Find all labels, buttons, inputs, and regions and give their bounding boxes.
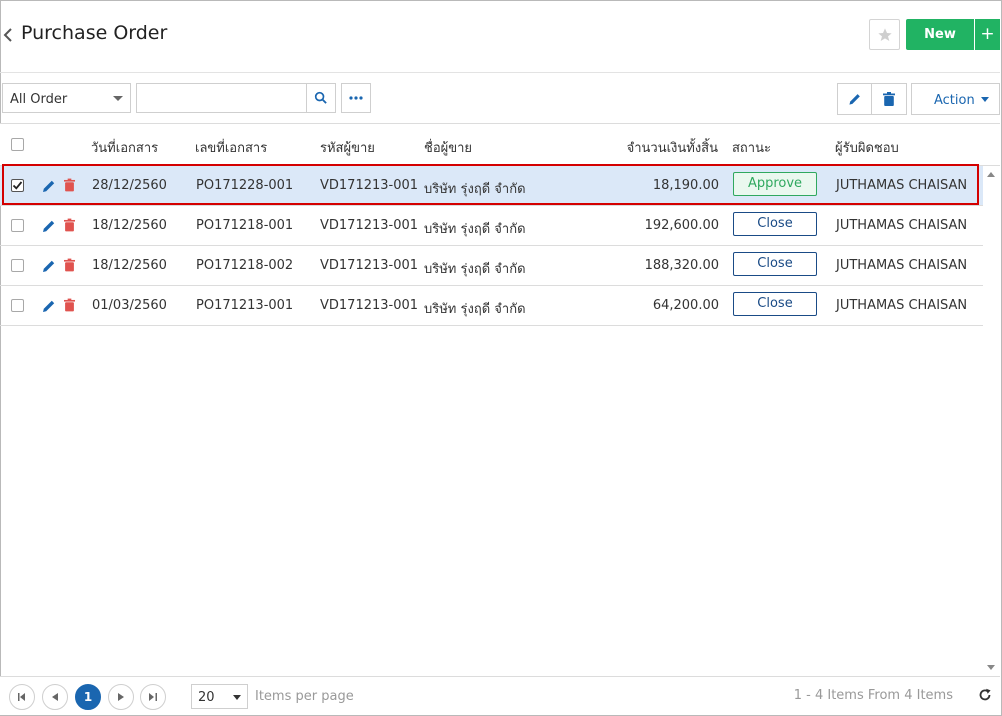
pager-info: 1 - 4 Items From 4 Items: [793, 688, 953, 703]
first-page-icon: [18, 693, 25, 701]
trash-icon: [883, 92, 895, 106]
status-badge[interactable]: Close: [733, 292, 817, 316]
column-header-date[interactable]: วันที่เอกสาร: [91, 137, 158, 158]
toolbar-edit-button[interactable]: [837, 83, 872, 115]
trash-icon[interactable]: [64, 178, 75, 192]
trash-icon[interactable]: [64, 218, 75, 232]
column-header-status[interactable]: สถานะ: [732, 137, 771, 158]
pager: 1 20 Items per page 1 - 4 Items From 4 I…: [0, 676, 1000, 715]
next-page-icon: [118, 693, 124, 701]
pencil-icon[interactable]: [42, 219, 56, 233]
first-page-button[interactable]: [9, 684, 35, 710]
pencil-icon[interactable]: [42, 259, 56, 273]
cell-vendor-code: VD171213-001: [320, 298, 419, 313]
star-icon: [878, 28, 892, 41]
cell-doc-no: PO171213-001: [196, 298, 294, 313]
trash-icon[interactable]: [64, 258, 75, 272]
table-row[interactable]: 28/12/2560 PO171228-001 VD171213-001 บริ…: [0, 166, 983, 206]
column-header-vendor-name[interactable]: ชื่อผู้ขาย: [424, 137, 472, 158]
column-header-vendor-code[interactable]: รหัสผู้ขาย: [320, 137, 375, 158]
cell-vendor-name: บริษัท รุ่งฤดี จำกัด: [424, 302, 526, 317]
cell-vendor-code: VD171213-001: [320, 178, 419, 193]
page-title: Purchase Order: [21, 22, 168, 44]
items-per-page-label: Items per page: [255, 689, 354, 704]
checkmark-icon: [12, 181, 23, 190]
page-size-select[interactable]: 20: [191, 684, 248, 709]
pencil-icon[interactable]: [42, 299, 56, 313]
cell-owner: JUTHAMAS CHAISAN: [836, 178, 968, 193]
cell-amount: 188,320.00: [644, 258, 719, 273]
caret-down-icon: [981, 97, 989, 102]
toolbar-delete-button[interactable]: [871, 83, 907, 115]
cell-doc-no: PO171218-002: [196, 258, 294, 273]
cell-date: 18/12/2560: [92, 258, 167, 273]
scroll-down-icon[interactable]: [987, 665, 995, 670]
scroll-up-icon[interactable]: [987, 172, 995, 177]
cell-vendor-name: บริษัท รุ่งฤดี จำกัด: [424, 262, 526, 277]
more-options-button[interactable]: [341, 83, 371, 113]
cell-doc-no: PO171218-001: [196, 218, 294, 233]
new-button[interactable]: New: [906, 19, 974, 50]
cell-vendor-name: บริษัท รุ่งฤดี จำกัด: [424, 222, 526, 237]
caret-down-icon: [113, 96, 123, 101]
new-dropdown-plus-button[interactable]: +: [975, 19, 1000, 50]
cell-owner: JUTHAMAS CHAISAN: [836, 298, 968, 313]
back-chevron-icon[interactable]: [2, 26, 16, 44]
column-header-amount[interactable]: จำนวนเงินทั้งสิ้น: [627, 137, 718, 158]
prev-page-button[interactable]: [42, 684, 68, 710]
pencil-icon[interactable]: [42, 179, 56, 193]
row-checkbox[interactable]: [11, 179, 24, 192]
grid-header: วันที่เอกสาร เลขที่เอกสาร รหัสผู้ขาย ชื่…: [0, 124, 1000, 166]
cell-amount: 192,600.00: [644, 218, 719, 233]
toolbar: All Order Action: [0, 73, 1000, 124]
select-all-checkbox[interactable]: [11, 138, 24, 151]
last-page-button[interactable]: [140, 684, 166, 710]
action-label: Action: [934, 93, 975, 108]
row-checkbox[interactable]: [11, 219, 24, 232]
status-badge[interactable]: Approve: [733, 172, 817, 196]
table-row[interactable]: 01/03/2560 PO171213-001 VD171213-001 บริ…: [0, 286, 983, 326]
cell-owner: JUTHAMAS CHAISAN: [836, 218, 968, 233]
cell-vendor-name: บริษัท รุ่งฤดี จำกัด: [424, 182, 526, 197]
row-checkbox[interactable]: [11, 299, 24, 312]
cell-doc-no: PO171228-001: [196, 178, 294, 193]
pencil-icon: [848, 94, 860, 105]
cell-amount: 64,200.00: [652, 298, 719, 313]
favorite-button[interactable]: [869, 19, 900, 50]
vertical-scrollbar[interactable]: [983, 166, 999, 676]
page-header: Purchase Order New +: [0, 0, 1000, 73]
cell-amount: 18,190.00: [652, 178, 719, 193]
caret-down-icon: [233, 695, 241, 700]
cell-owner: JUTHAMAS CHAISAN: [836, 258, 968, 273]
status-badge[interactable]: Close: [733, 212, 817, 236]
cell-vendor-code: VD171213-001: [320, 258, 419, 273]
table-row[interactable]: 18/12/2560 PO171218-001 VD171213-001 บริ…: [0, 206, 983, 246]
cell-date: 01/03/2560: [92, 298, 167, 313]
search-input[interactable]: [136, 83, 307, 113]
page-size-value: 20: [198, 690, 215, 705]
search-button[interactable]: [306, 83, 336, 113]
page-button-1[interactable]: 1: [75, 684, 101, 710]
next-page-button[interactable]: [108, 684, 134, 710]
refresh-icon[interactable]: [978, 688, 992, 702]
action-dropdown-button[interactable]: Action: [911, 83, 1000, 115]
last-page-icon: [149, 693, 157, 701]
ellipsis-icon: [349, 96, 363, 100]
column-header-owner[interactable]: ผู้รับผิดชอบ: [835, 137, 899, 158]
order-filter-select[interactable]: All Order: [2, 83, 131, 113]
prev-page-icon: [52, 693, 58, 701]
cell-date: 18/12/2560: [92, 218, 167, 233]
row-checkbox[interactable]: [11, 259, 24, 272]
status-badge[interactable]: Close: [733, 252, 817, 276]
search-icon: [314, 91, 327, 104]
table-row[interactable]: 18/12/2560 PO171218-002 VD171213-001 บริ…: [0, 246, 983, 286]
column-header-doc-no[interactable]: เลขที่เอกสาร: [195, 137, 267, 158]
order-filter-value: All Order: [10, 92, 68, 107]
cell-vendor-code: VD171213-001: [320, 218, 419, 233]
trash-icon[interactable]: [64, 298, 75, 312]
cell-date: 28/12/2560: [92, 178, 167, 193]
